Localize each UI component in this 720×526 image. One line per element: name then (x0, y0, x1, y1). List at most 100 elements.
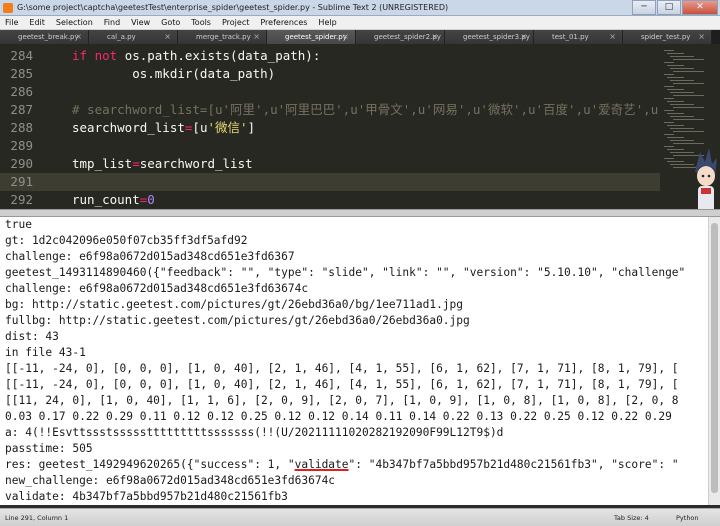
minimap-line (667, 137, 684, 138)
code-line[interactable]: 284 if not os.path.exists(data_path): (0, 47, 660, 65)
code-line[interactable]: 287 # searchword_list=[u'阿里',u'阿里巴巴',u'甲骨… (0, 101, 665, 119)
close-button[interactable]: ✕ (682, 0, 718, 15)
output-scrollbar[interactable] (708, 217, 720, 505)
minimap-line (670, 104, 694, 105)
code-line[interactable]: 290 tmp_list=searchword_list (0, 155, 660, 173)
code-text: tmp_list=searchword_list (72, 155, 253, 173)
code-line[interactable]: 286 (0, 83, 660, 101)
output-fragment: res: geetest_1492949620265({"success": 1… (5, 458, 295, 471)
code-token: not (94, 48, 125, 63)
code-token: # searchword_list=[u'阿里',u'阿里巴巴',u'甲骨文',… (72, 102, 666, 117)
editor-tab[interactable]: geetest_spider2.py × (356, 30, 445, 44)
line-number: 287 (10, 102, 33, 117)
minimap-line (667, 161, 684, 162)
code-token: searchword_list (139, 156, 253, 171)
tab-label: spider_test.py (641, 33, 691, 41)
highlighted-validate-text: validate (294, 458, 349, 471)
code-text: # searchword_list=[u'阿里',u'阿里巴巴',u'甲骨文',… (72, 101, 666, 119)
syntax-selector[interactable]: Python (676, 514, 699, 522)
code-token: os.mkdir(data_path) (72, 66, 276, 81)
minimap-line (664, 134, 674, 135)
line-number: 292 (10, 192, 33, 207)
menu-item-view[interactable]: View (126, 18, 156, 27)
minimap-line (664, 74, 674, 75)
minimap-line (670, 152, 694, 153)
minimap-line (664, 62, 674, 63)
minimap-line (673, 119, 704, 120)
panel-splitter[interactable] (0, 209, 720, 217)
minimap-line (667, 101, 684, 102)
menu-item-tools[interactable]: Tools (186, 18, 217, 27)
build-output-panel[interactable]: true gt: 1d2c042096e050f07cb35ff3df5afd92… (0, 217, 708, 505)
minimap-line (673, 95, 704, 96)
tab-size-selector[interactable]: Tab Size: 4 (614, 514, 649, 522)
editor-tab[interactable]: spider_test.py × (623, 30, 712, 44)
output-line: [[-11, -24, 0], [0, 0, 0], [1, 0, 40], [… (5, 378, 679, 391)
output-line: validate: 4b347bf7a5bbd957b21d480c21561f… (5, 490, 288, 503)
cursor-position: Line 291, Column 1 (5, 514, 69, 522)
line-number: 288 (10, 120, 33, 135)
editor-tab[interactable]: geetest_spider.py × (267, 30, 356, 44)
minimap-line (673, 71, 704, 72)
code-text: os.mkdir(data_path) (72, 65, 275, 83)
minimap-line (667, 77, 684, 78)
tab-label: geetest_break.py (18, 33, 79, 41)
menu-item-edit[interactable]: Edit (24, 18, 51, 27)
tab-close-icon[interactable]: × (253, 30, 260, 44)
menu-item-goto[interactable]: Goto (156, 18, 186, 27)
tab-close-icon[interactable]: × (698, 30, 705, 44)
tab-label: merge_track.py (196, 33, 251, 41)
minimap-line (670, 68, 694, 69)
tab-close-icon[interactable]: × (164, 30, 171, 44)
output-line: fullbg: http://static.geetest.com/pictur… (5, 314, 470, 327)
maximize-button[interactable]: □ (657, 0, 681, 15)
output-line: 0.03 0.17 0.22 0.29 0.11 0.12 0.12 0.25 … (5, 410, 672, 423)
sublime-app-icon (3, 2, 13, 13)
output-fragment: ": "4b347bf7a5bbd957b21d480c21561fb3", "… (348, 458, 679, 471)
minimap-line (673, 83, 704, 84)
menu-item-file[interactable]: File (0, 18, 24, 27)
code-text: searchword_list=[u'微信'] (72, 119, 255, 137)
tab-close-icon[interactable]: × (75, 30, 82, 44)
editor-tab[interactable]: geetest_break.py × (0, 30, 89, 44)
output-line: true (5, 218, 32, 231)
menu-item-preferences[interactable]: Preferences (255, 18, 313, 27)
minimap-line (667, 125, 684, 126)
code-text: if not os.path.exists(data_path): (72, 47, 320, 65)
editor-tab[interactable]: cal_a.py × (89, 30, 178, 44)
code-editor[interactable]: 284 if not os.path.exists(data_path): 285 … (0, 44, 720, 209)
output-line: challenge: e6f98a0672d015ad348cd651e3fd6… (5, 250, 295, 263)
minimap-line (667, 89, 684, 90)
tab-close-icon[interactable]: × (520, 30, 527, 44)
menu-item-find[interactable]: Find (99, 18, 126, 27)
output-line: passtime: 505 (5, 442, 93, 455)
code-line[interactable]: 291 (0, 173, 660, 191)
editor-tab[interactable]: geetest_spider3.py × (445, 30, 534, 44)
minimap-line (673, 107, 704, 108)
editor-tab[interactable]: test_01.py × (534, 30, 623, 44)
output-line: [[11, 24, 0], [1, 0, 40], [1, 1, 6], [2,… (5, 394, 679, 407)
code-line[interactable]: 285 os.mkdir(data_path) (0, 65, 660, 83)
editor-tab[interactable]: merge_track.py × (178, 30, 267, 44)
minimap-line (667, 113, 684, 114)
code-line[interactable]: 292 run_count=0 (0, 191, 660, 209)
menu-item-project[interactable]: Project (217, 18, 255, 27)
output-line: a: 4(!!Esvttssstssssstttttttttsssssss(!!… (5, 426, 504, 439)
code-line[interactable]: 288 searchword_list=[u'微信'] (0, 119, 660, 137)
minimap-line (664, 146, 674, 147)
tab-close-icon[interactable]: × (431, 30, 438, 44)
line-number: 289 (10, 138, 33, 153)
menu-item-help[interactable]: Help (313, 18, 342, 27)
menu-item-selection[interactable]: Selection (51, 18, 99, 27)
anime-character-sticker (695, 148, 717, 209)
menu-bar: File Edit Selection Find View Goto Tools Projec… (0, 16, 720, 30)
minimap-line (670, 140, 694, 141)
scrollbar-thumb[interactable] (711, 223, 718, 493)
code-line[interactable]: 289 (0, 137, 660, 155)
minimap-line (664, 50, 674, 51)
minimap-line (664, 158, 674, 159)
minimize-button[interactable]: ─ (632, 0, 656, 15)
tab-close-icon[interactable]: × (342, 30, 349, 44)
tab-close-icon[interactable]: × (609, 30, 616, 44)
code-token: run_count (72, 192, 140, 207)
